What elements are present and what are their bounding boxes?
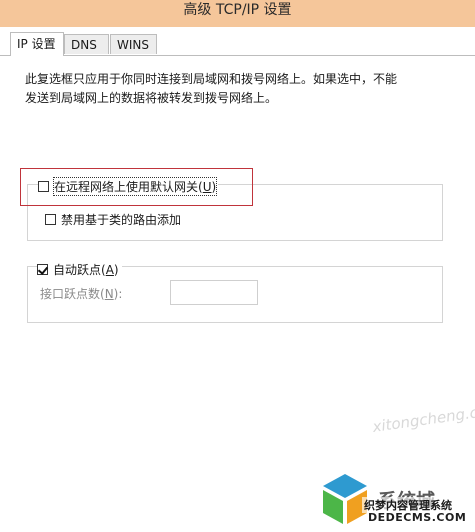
title-bar: 高级 TCP/IP 设置 [0, 0, 475, 27]
tab-ip-settings[interactable]: IP 设置 [10, 32, 64, 56]
automatic-metric-label: 自动跃点(A) [53, 263, 119, 277]
description-line-2: 发送到局域网上的数据将被转发到拨号网络上。 [25, 91, 278, 105]
default-gateway-row[interactable]: 在远程网络上使用默认网关(U) [38, 177, 219, 196]
interface-metric-input[interactable] [170, 280, 258, 305]
automatic-metric-row[interactable]: 自动跃点(A) [37, 261, 122, 278]
tab-dns[interactable]: DNS [64, 34, 109, 54]
default-gateway-label: 在远程网络上使用默认网关(U) [52, 177, 218, 196]
disable-class-routing-checkbox[interactable] [45, 214, 56, 225]
window-title: 高级 TCP/IP 设置 [183, 2, 292, 18]
interface-metric-label: 接口跃点数(N): [40, 287, 123, 301]
default-gateway-checkbox[interactable] [38, 181, 49, 192]
disable-class-routing-label: 禁用基于类的路由添加 [61, 213, 182, 227]
watermark-site-url: DEDECMS.COM [368, 511, 467, 524]
tab-wins[interactable]: WINS [110, 34, 157, 54]
disable-class-routing-row[interactable]: 禁用基于类的路由添加 [45, 211, 181, 228]
automatic-metric-checkbox[interactable] [37, 264, 48, 275]
description-text: 此复选框只应用于你同时连接到局域网和拨号网络上。如果选中，不能 发送到局域网上的… [25, 70, 465, 108]
watermark-corner-text: xitongcheng.com [371, 400, 475, 436]
description-line-1: 此复选框只应用于你同时连接到局域网和拨号网络上。如果选中，不能 [25, 72, 398, 86]
tab-divider [0, 55, 475, 56]
